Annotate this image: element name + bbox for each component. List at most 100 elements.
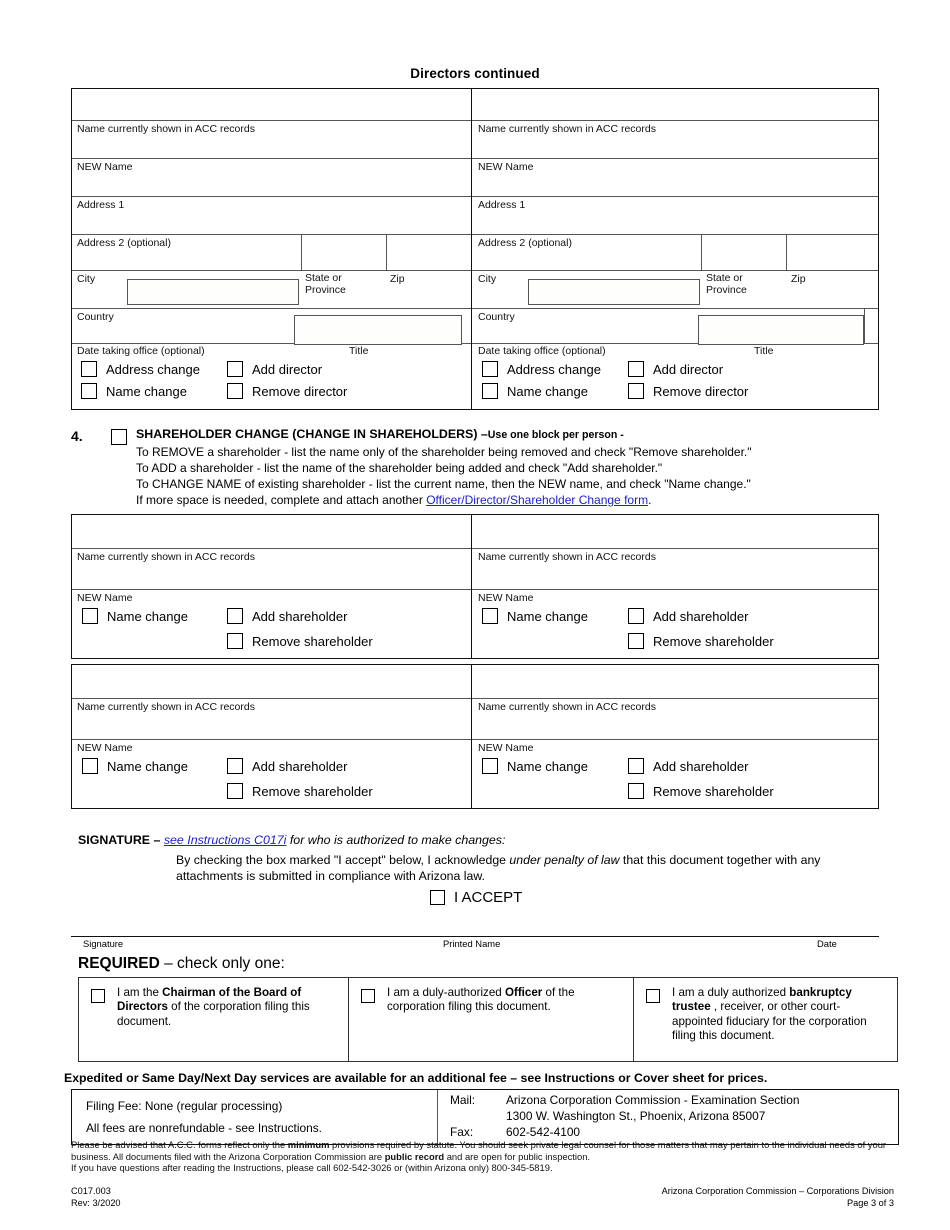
remove-shareholder-checkbox-icon[interactable] bbox=[227, 783, 243, 799]
director-top-blank-cell[interactable] bbox=[72, 89, 471, 121]
instructions-c017i-link[interactable]: see Instructions C017i bbox=[164, 833, 287, 847]
section-4-checkbox-icon[interactable] bbox=[111, 429, 127, 445]
checkbox-add-director[interactable]: Add director bbox=[227, 361, 322, 377]
checkbox-name-change[interactable]: Name change bbox=[482, 608, 588, 624]
checkbox-remove-director[interactable]: Remove director bbox=[227, 383, 347, 399]
director-name-current-label: Name currently shown in ACC records bbox=[77, 123, 255, 135]
checkbox-add-shareholder[interactable]: Add shareholder bbox=[227, 758, 347, 774]
required-option-bankruptcy-trustee[interactable]: I am a duly authorized bankruptcy truste… bbox=[634, 978, 897, 1061]
checkbox-address-change[interactable]: Address change bbox=[482, 361, 601, 377]
checkbox-name-change[interactable]: Name change bbox=[81, 383, 187, 399]
address-change-checkbox-icon[interactable] bbox=[81, 361, 97, 377]
checkbox-name-change[interactable]: Name change bbox=[82, 608, 188, 624]
city-input[interactable] bbox=[127, 279, 299, 305]
name-change-checkbox-icon[interactable] bbox=[82, 608, 98, 624]
name-change-checkbox-icon[interactable] bbox=[482, 608, 498, 624]
shareholder-block-right: Name currently shown in ACC records NEW … bbox=[472, 515, 878, 658]
checkbox-add-shareholder[interactable]: Add shareholder bbox=[227, 608, 347, 624]
remove-shareholder-checkbox-icon[interactable] bbox=[628, 783, 644, 799]
section-4-line-1: To REMOVE a shareholder - list the name … bbox=[136, 445, 752, 459]
remove-shareholder-label: Remove shareholder bbox=[252, 633, 373, 649]
remove-shareholder-checkbox-icon[interactable] bbox=[227, 633, 243, 649]
officer-director-shareholder-change-form-link[interactable]: Officer/Director/Shareholder Change form bbox=[426, 493, 648, 507]
i-accept-row[interactable]: I ACCEPT bbox=[430, 889, 522, 906]
shareholder-top-blank-cell[interactable] bbox=[72, 515, 471, 549]
country-input[interactable] bbox=[294, 315, 462, 345]
chairman-checkbox-icon[interactable] bbox=[91, 989, 105, 1003]
date-caption: Date bbox=[817, 938, 837, 949]
checkbox-address-change[interactable]: Address change bbox=[81, 361, 200, 377]
checkbox-add-shareholder[interactable]: Add shareholder bbox=[628, 758, 748, 774]
shareholder-name-current-label: Name currently shown in ACC records bbox=[77, 551, 255, 563]
remove-director-checkbox-icon[interactable] bbox=[227, 383, 243, 399]
checkbox-name-change[interactable]: Name change bbox=[482, 758, 588, 774]
section-4-heading-main: SHAREHOLDER CHANGE (CHANGE IN SHAREHOLDE… bbox=[136, 427, 488, 441]
chairman-text-pre: I am the bbox=[117, 986, 163, 999]
officer-checkbox-icon[interactable] bbox=[361, 989, 375, 1003]
checkbox-remove-shareholder[interactable]: Remove shareholder bbox=[227, 783, 373, 799]
add-shareholder-checkbox-icon[interactable] bbox=[628, 758, 644, 774]
shareholder-top-blank-cell[interactable] bbox=[472, 515, 878, 549]
remove-shareholder-checkbox-icon[interactable] bbox=[628, 633, 644, 649]
filing-fee-line-1: Filing Fee: None (regular processing) bbox=[86, 1099, 283, 1113]
add-director-checkbox-icon[interactable] bbox=[227, 361, 243, 377]
checkbox-name-change[interactable]: Name change bbox=[482, 383, 588, 399]
fax-number: 602-542-4100 bbox=[506, 1125, 581, 1139]
director-address1-cell[interactable] bbox=[472, 197, 878, 235]
bankruptcy-trustee-option-text: I am a duly authorized bankruptcy truste… bbox=[672, 986, 886, 1044]
director-block-left: Name currently shown in ACC records NEW … bbox=[72, 89, 472, 409]
checkbox-name-change[interactable]: Name change bbox=[82, 758, 188, 774]
checkbox-add-director[interactable]: Add director bbox=[628, 361, 723, 377]
add-shareholder-checkbox-icon[interactable] bbox=[227, 608, 243, 624]
country-row-divider bbox=[864, 309, 865, 344]
checkbox-remove-shareholder[interactable]: Remove shareholder bbox=[628, 633, 774, 649]
checkbox-remove-shareholder[interactable]: Remove shareholder bbox=[227, 633, 373, 649]
add-shareholder-checkbox-icon[interactable] bbox=[628, 608, 644, 624]
signature-captions: Signature Printed Name Date bbox=[71, 938, 879, 952]
shareholder-table-1: Name currently shown in ACC records NEW … bbox=[71, 514, 879, 659]
fine-print-line-3: If you have questions after reading the … bbox=[71, 1162, 553, 1174]
shareholder-table-2: Name currently shown in ACC records NEW … bbox=[71, 664, 879, 809]
name-change-checkbox-icon[interactable] bbox=[482, 758, 498, 774]
i-accept-label: I ACCEPT bbox=[454, 889, 523, 906]
name-change-label: Name change bbox=[107, 608, 188, 624]
form-page: Directors continued Name currently shown… bbox=[0, 0, 950, 1230]
director-state-province-label: State or Province bbox=[706, 272, 747, 296]
agency-name: Arizona Corporation Commission – Corpora… bbox=[661, 1186, 894, 1196]
address-change-checkbox-icon[interactable] bbox=[482, 361, 498, 377]
fine-print-bold-1: minimum bbox=[287, 1139, 330, 1150]
section-4-number: 4. bbox=[71, 428, 83, 444]
add-director-label: Add director bbox=[252, 361, 323, 377]
name-change-checkbox-icon[interactable] bbox=[81, 383, 97, 399]
shareholder-top-blank-cell[interactable] bbox=[472, 665, 878, 699]
checkbox-add-shareholder[interactable]: Add shareholder bbox=[628, 608, 748, 624]
shareholder-new-name-label: NEW Name bbox=[77, 592, 133, 604]
city-input[interactable] bbox=[528, 279, 700, 305]
required-option-chairman[interactable]: I am the Chairman of the Board of Direct… bbox=[79, 978, 349, 1061]
document-id: C017.003 bbox=[71, 1186, 111, 1196]
fax-label: Fax: bbox=[450, 1125, 474, 1139]
name-change-checkbox-icon[interactable] bbox=[82, 758, 98, 774]
address2-divider-2 bbox=[786, 235, 787, 271]
address2-divider-2 bbox=[386, 235, 387, 271]
checkbox-remove-shareholder[interactable]: Remove shareholder bbox=[628, 783, 774, 799]
shareholder-checkbox-group: Name change Add shareholder Remove share… bbox=[72, 608, 471, 656]
remove-shareholder-label: Remove shareholder bbox=[653, 783, 774, 799]
add-director-checkbox-icon[interactable] bbox=[628, 361, 644, 377]
director-top-blank-cell[interactable] bbox=[472, 89, 878, 121]
section-4-line-3: To CHANGE NAME of existing shareholder -… bbox=[136, 477, 751, 491]
mail-label: Mail: bbox=[450, 1093, 476, 1107]
shareholder-top-blank-cell[interactable] bbox=[72, 665, 471, 699]
fine-print-bold-2: public record bbox=[384, 1150, 445, 1162]
country-input[interactable] bbox=[698, 315, 864, 345]
name-change-checkbox-icon[interactable] bbox=[482, 383, 498, 399]
bankruptcy-trustee-checkbox-icon[interactable] bbox=[646, 989, 660, 1003]
i-accept-checkbox-icon[interactable] bbox=[430, 890, 445, 905]
add-shareholder-checkbox-icon[interactable] bbox=[227, 758, 243, 774]
remove-director-checkbox-icon[interactable] bbox=[628, 383, 644, 399]
required-option-officer[interactable]: I am a duly-authorized Officer of the co… bbox=[349, 978, 634, 1061]
director-date-taking-office-label: Date taking office (optional) bbox=[77, 345, 205, 357]
director-address1-cell[interactable] bbox=[72, 197, 471, 235]
checkbox-remove-director[interactable]: Remove director bbox=[628, 383, 748, 399]
director-country-label: Country bbox=[478, 311, 515, 323]
